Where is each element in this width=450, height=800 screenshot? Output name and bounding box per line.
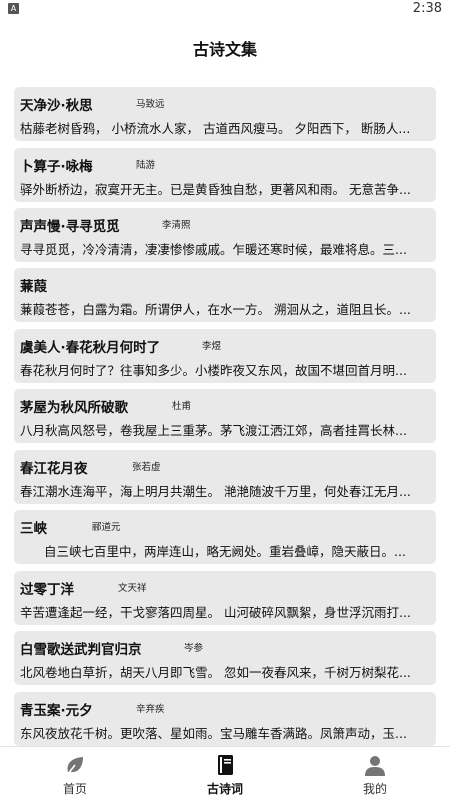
poem-list[interactable]: 天净沙·秋思 马致远 枯藤老树昏鸦， 小桥流水人家， 古道西风瘦马。 夕阳西下，…: [0, 74, 450, 746]
nav-label-home: 首页: [62, 782, 87, 796]
poem-excerpt: 春江潮水连海平，海上明月共潮生。 滟滟随波千万里，何处春江无月...: [20, 484, 411, 499]
poem-author: 岑参: [184, 643, 204, 654]
poem-card[interactable]: 蒹葭 蒹葭苍苍，白露为霜。所谓伊人，在水一方。 溯洄从之，道阻且长。...: [14, 268, 436, 322]
poem-card[interactable]: 白雪歌送武判官归京 岑参 北风卷地白草折，胡天八月即飞雪。 忽如一夜春风来，千树…: [14, 631, 436, 685]
top-app-bar: 古诗文集: [0, 18, 450, 74]
bottom-navigation: 首页 古诗词 我的: [0, 746, 450, 800]
leaf-icon: [67, 757, 83, 775]
poem-author: 辛弃疾: [136, 704, 165, 715]
poem-title: 虞美人·春花秋月何时了: [20, 340, 161, 356]
poem-author: 文天祥: [118, 583, 147, 594]
book-icon: [218, 755, 233, 775]
poem-title: 白雪歌送武判官归京: [20, 642, 142, 658]
poem-author: 杜甫: [172, 401, 192, 412]
app-notification-icon: A: [8, 3, 19, 14]
poem-title: 天净沙·秋思: [20, 98, 93, 114]
person-icon: [365, 756, 385, 776]
poem-card[interactable]: 虞美人·春花秋月何时了 李煜 春花秋月何时了？往事知多少。小楼昨夜又东风，故国不…: [14, 329, 436, 383]
poem-author: 张若虚: [132, 462, 161, 473]
poem-title: 过零丁洋: [20, 582, 74, 598]
poem-author: 郦道元: [92, 522, 121, 533]
status-time: 2:38: [412, 1, 442, 16]
poem-excerpt: 蒹葭苍苍，白露为霜。所谓伊人，在水一方。 溯洄从之，道阻且长。...: [20, 302, 411, 317]
poem-excerpt: 春花秋月何时了？往事知多少。小楼昨夜又东风，故国不堪回首月明...: [20, 363, 407, 378]
poem-title: 卜算子·咏梅: [20, 159, 93, 175]
poem-title: 茅屋为秋风所破歌: [20, 400, 128, 416]
poem-title: 声声慢·寻寻觅觅: [20, 219, 120, 235]
poem-excerpt: 北风卷地白草折，胡天八月即飞雪。 忽如一夜春风来，千树万树梨花...: [20, 665, 411, 680]
poem-card[interactable]: 茅屋为秋风所破歌 杜甫 八月秋高风怒号，卷我屋上三重茅。茅飞渡江洒江郊，高者挂罥…: [14, 389, 436, 443]
poem-author: 李煜: [202, 341, 222, 352]
poem-card[interactable]: 天净沙·秋思 马致远 枯藤老树昏鸦， 小桥流水人家， 古道西风瘦马。 夕阳西下，…: [14, 87, 436, 141]
poem-author: 陆游: [136, 160, 156, 171]
status-bar: A 2:38: [0, 0, 450, 18]
poem-title: 青玉案·元夕: [20, 703, 93, 719]
nav-label-profile: 我的: [362, 782, 387, 796]
poem-excerpt: 寻寻觅觅，冷冷清清，凄凄惨惨戚戚。乍暖还寒时候，最难将息。三...: [20, 242, 407, 257]
poem-title: 春江花月夜: [20, 461, 88, 477]
poem-excerpt: 辛苦遭逢起一经，干戈寥落四周星。 山河破碎风飘絮，身世浮沉雨打...: [20, 605, 411, 620]
poem-excerpt: 枯藤老树昏鸦， 小桥流水人家， 古道西风瘦马。 夕阳西下， 断肠人...: [20, 121, 411, 136]
page-title: 古诗文集: [192, 40, 257, 59]
poem-card[interactable]: 青玉案·元夕 辛弃疾 东风夜放花千树。更吹落、星如雨。宝马雕车香满路。凤箫声动，…: [14, 692, 436, 746]
nav-item-poems[interactable]: 古诗词: [150, 747, 300, 800]
poem-card[interactable]: 过零丁洋 文天祥 辛苦遭逢起一经，干戈寥落四周星。 山河破碎风飘絮，身世浮沉雨打…: [14, 571, 436, 625]
poem-author: 李清照: [162, 220, 191, 231]
poem-card[interactable]: 声声慢·寻寻觅觅 李清照 寻寻觅觅，冷冷清清，凄凄惨惨戚戚。乍暖还寒时候，最难将…: [14, 208, 436, 262]
poem-card[interactable]: 三峡 郦道元 自三峡七百里中，两岸连山，略无阙处。重岩叠嶂，隐天蔽日。...: [14, 510, 436, 564]
poem-card[interactable]: 春江花月夜 张若虚 春江潮水连海平，海上明月共潮生。 滟滟随波千万里，何处春江无…: [14, 450, 436, 504]
nav-label-poems: 古诗词: [206, 782, 243, 796]
poem-card[interactable]: 卜算子·咏梅 陆游 驿外断桥边，寂寞开无主。已是黄昏独自愁，更著风和雨。 无意苦…: [14, 148, 436, 202]
poem-excerpt: 东风夜放花千树。更吹落、星如雨。宝马雕车香满路。凤箫声动，玉...: [20, 726, 407, 741]
poem-excerpt: 驿外断桥边，寂寞开无主。已是黄昏独自愁，更著风和雨。 无意苦争...: [20, 182, 411, 197]
poem-author: 马致远: [136, 99, 165, 110]
nav-item-profile[interactable]: 我的: [300, 747, 450, 800]
poem-title: 蒹葭: [20, 279, 47, 295]
poem-excerpt: 八月秋高风怒号，卷我屋上三重茅。茅飞渡江洒江郊，高者挂罥长林...: [20, 423, 407, 438]
nav-item-home[interactable]: 首页: [0, 747, 150, 800]
poem-title: 三峡: [20, 521, 47, 537]
poem-excerpt: 自三峡七百里中，两岸连山，略无阙处。重岩叠嶂，隐天蔽日。...: [44, 544, 406, 559]
